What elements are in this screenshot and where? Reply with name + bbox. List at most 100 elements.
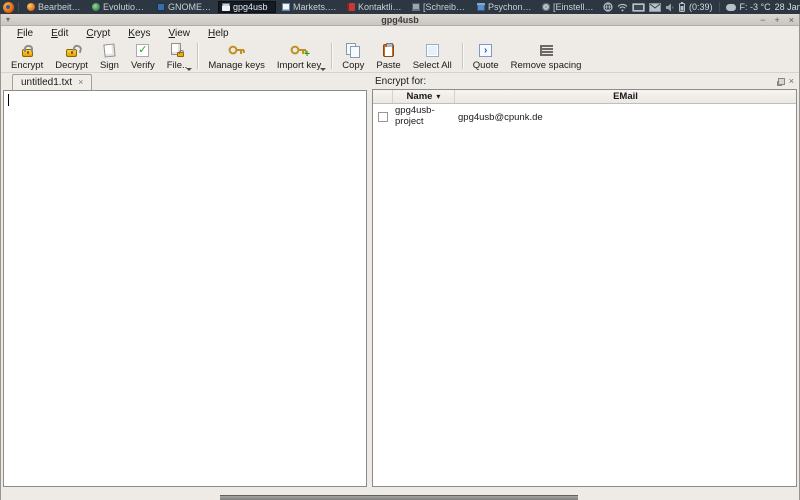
address-book-icon [347, 3, 355, 11]
web-icon[interactable] [603, 2, 613, 12]
recipient-checkbox[interactable] [378, 112, 388, 122]
encrypt-for-dock: Encrypt for: × Name ▾ EMail [372, 73, 797, 487]
toolbar-separator [331, 43, 332, 69]
menubar: File Edit Crypt Keys View Help [1, 26, 799, 40]
table-row[interactable]: gpg4usb-project gpg4usb@cpunk.de [373, 104, 796, 128]
window-controls: − + × [760, 15, 794, 25]
table-header: Name ▾ EMail [373, 90, 796, 104]
toolbar-separator [462, 43, 463, 69]
tab-untitled1[interactable]: untitled1.txt × [12, 74, 92, 90]
table-body: gpg4usb-project gpg4usb@cpunk.de [373, 104, 796, 486]
window-titlebar[interactable]: ▾ gpg4usb − + × [1, 14, 799, 26]
file-lock-icon [171, 43, 183, 57]
weather-temperature: F: -3 °C [740, 2, 771, 12]
maximize-button[interactable]: + [774, 15, 779, 25]
copy-pages-icon [346, 43, 360, 57]
selection-box-icon [426, 44, 439, 57]
display-icon[interactable] [632, 3, 645, 12]
tray-separator [719, 2, 720, 12]
taskbar-separator [18, 2, 19, 12]
clipboard-icon [383, 44, 394, 57]
close-button[interactable]: × [789, 15, 794, 25]
weather-cloud-icon [726, 4, 736, 11]
hidden-bottom-panel[interactable] [220, 495, 578, 500]
editor-pane: untitled1.txt × [3, 73, 367, 487]
lines-icon [540, 45, 553, 56]
taskbar-window-gnome[interactable]: GNOME Co... [153, 1, 216, 13]
lock-open-icon [66, 49, 77, 57]
menu-keys[interactable]: Keys [119, 27, 159, 40]
tab-bar: untitled1.txt × [3, 73, 367, 90]
quote-chevron-icon: › [479, 44, 492, 57]
taskbar-window-einstellungen[interactable]: [Einstellunge... [538, 1, 601, 13]
verify-button[interactable]: ✓ Verify [125, 40, 161, 72]
recipient-email: gpg4usb@cpunk.de [455, 112, 796, 123]
settings-icon [542, 3, 550, 11]
paste-button[interactable]: Paste [370, 40, 406, 72]
file-crypt-button[interactable]: File.. [161, 40, 194, 72]
import-key-button[interactable]: + Import key [271, 40, 327, 72]
remove-spacing-button[interactable]: Remove spacing [505, 40, 588, 72]
decrypt-button[interactable]: Decrypt [49, 40, 94, 72]
battery-time-remaining: (0:39) [689, 2, 713, 12]
quote-button[interactable]: › Quote [467, 40, 505, 72]
desktop-icon [412, 3, 420, 11]
wifi-icon[interactable] [617, 3, 628, 12]
folder-icon [477, 3, 485, 11]
clock[interactable]: 28 Jan, 09:03 [775, 2, 800, 12]
menu-view[interactable]: View [160, 27, 200, 40]
menu-file[interactable]: File [8, 27, 42, 40]
document-icon [282, 3, 290, 11]
key-plus-icon: + [290, 42, 308, 58]
taskbar-window-kontaktliste[interactable]: Kontaktliste [343, 1, 406, 13]
text-cursor [8, 94, 9, 106]
select-all-button[interactable]: Select All [407, 40, 458, 72]
minimize-button[interactable]: − [760, 15, 765, 25]
dock-header: Encrypt for: × [372, 73, 797, 89]
key-icon [228, 42, 246, 58]
app-launcher-icon[interactable] [3, 2, 14, 13]
gpg4usb-window: ▾ gpg4usb − + × File Edit Crypt Keys Vie… [0, 14, 800, 500]
battery-icon[interactable] [679, 2, 685, 12]
toolbar: Encrypt Decrypt Sign ✓ Verify File.. Man… [1, 40, 799, 73]
manage-keys-button[interactable]: Manage keys [202, 40, 271, 72]
recipient-table: Name ▾ EMail gpg4usb-project gpg4usb@cpu… [372, 89, 797, 487]
dock-title: Encrypt for: [375, 76, 426, 87]
column-header-checkbox[interactable] [373, 90, 393, 103]
dropdown-arrow-icon [186, 68, 192, 71]
dock-float-icon[interactable] [778, 78, 785, 85]
volume-icon[interactable] [665, 3, 675, 12]
encrypt-button[interactable]: Encrypt [5, 40, 49, 72]
recipient-name: gpg4usb-project [393, 106, 455, 128]
taskbar-window-psychonaut[interactable]: Psychonaut... [473, 1, 536, 13]
system-tray: (0:39) F: -3 °C 28 Jan, 09:03 [603, 2, 800, 12]
sign-document-icon [103, 43, 115, 57]
taskbar-window-gpg4usb[interactable]: gpg4usb [218, 1, 276, 13]
window-icon [222, 3, 230, 11]
taskbar-window-evolution[interactable]: Evolution Co... [88, 1, 151, 13]
text-editor[interactable] [3, 90, 367, 487]
sort-indicator-icon: ▾ [436, 93, 440, 101]
taskbar-window-bearbeiten[interactable]: Bearbeiten v... [23, 1, 86, 13]
copy-button[interactable]: Copy [336, 40, 370, 72]
toolbar-separator [197, 43, 198, 69]
screen-icon [157, 3, 165, 11]
column-header-name[interactable]: Name ▾ [393, 90, 455, 103]
sign-button[interactable]: Sign [94, 40, 125, 72]
window-title: gpg4usb [1, 15, 799, 25]
column-header-email[interactable]: EMail [455, 90, 796, 103]
desktop-taskbar: Bearbeiten v... Evolution Co... GNOME Co… [0, 0, 800, 14]
globe-icon [92, 3, 100, 11]
menu-edit[interactable]: Edit [42, 27, 77, 40]
mail-icon[interactable] [649, 3, 661, 12]
main-area: untitled1.txt × Encrypt for: × [1, 73, 799, 487]
lock-closed-icon [22, 49, 33, 57]
dropdown-arrow-icon [320, 68, 326, 71]
taskbar-window-schreibtisch[interactable]: [Schreibtisch... [408, 1, 471, 13]
menu-crypt[interactable]: Crypt [77, 27, 119, 40]
tab-title: untitled1.txt [21, 77, 72, 88]
taskbar-window-markets[interactable]: Markets.odt... [278, 1, 341, 13]
dock-close-icon[interactable]: × [789, 77, 794, 85]
menu-help[interactable]: Help [199, 27, 238, 40]
tab-close-icon[interactable]: × [78, 78, 83, 87]
